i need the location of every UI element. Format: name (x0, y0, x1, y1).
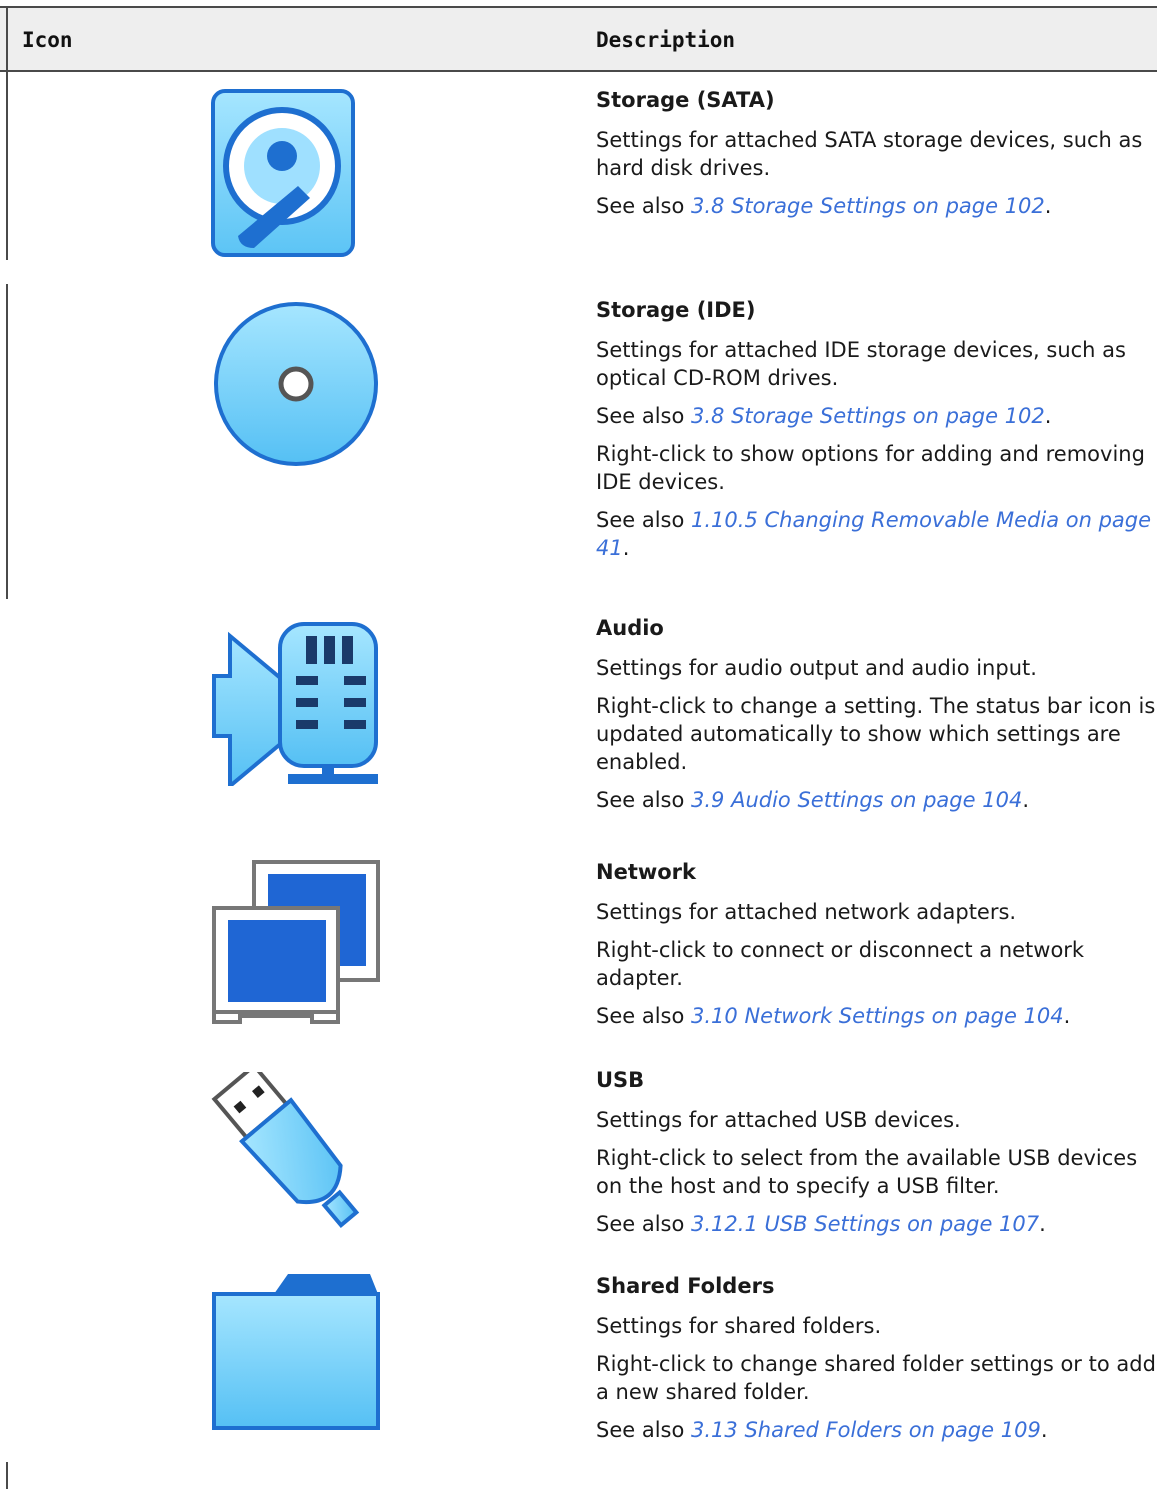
see-also: See also 3.10 Network Settings on page 1… (596, 1004, 1071, 1028)
see-also: See also 3.8 Storage Settings on page 10… (596, 194, 1052, 218)
row-description: Settings for shared folders. (596, 1314, 882, 1338)
usb-icon (208, 1072, 394, 1240)
row-description: Right-click to change a setting. The sta… (596, 694, 1156, 774)
see-also: See also 3.9 Audio Settings on page 104. (596, 788, 1029, 812)
see-also-link[interactable]: 3.8 Storage Settings on page 102 (691, 404, 1045, 428)
storage-sata-icon (210, 88, 396, 260)
see-also: See also 3.13 Shared Folders on page 109… (596, 1418, 1048, 1442)
header-description-column: Description (596, 28, 736, 52)
see-also-link[interactable]: 3.12.1 USB Settings on page 107 (691, 1212, 1039, 1236)
see-also: See also 3.8 Storage Settings on page 10… (596, 404, 1052, 428)
storage-ide-icon (210, 298, 396, 470)
header-icon-column: Icon (22, 28, 73, 52)
row-description: Right-click to change shared folder sett… (596, 1352, 1156, 1404)
row-description: Settings for audio output and audio inpu… (596, 656, 1037, 680)
table-header: Icon Description (0, 6, 1157, 72)
table-border-left (6, 1462, 8, 1489)
row-description: Settings for attached IDE storage device… (596, 338, 1126, 390)
row-title: Storage (IDE) (596, 298, 756, 322)
row-title: USB (596, 1068, 645, 1092)
see-also: See also 3.12.1 USB Settings on page 107… (596, 1212, 1046, 1236)
row-description: Settings for attached network adapters. (596, 900, 1017, 924)
row-description: Settings for attached USB devices. (596, 1108, 961, 1132)
status-bar-icons-table: Icon Description Storage (SATA) Settings… (0, 0, 1157, 1489)
row-description: Right-click to show options for adding a… (596, 442, 1145, 494)
see-also-link[interactable]: 3.9 Audio Settings on page 104 (691, 788, 1022, 812)
network-icon (210, 858, 396, 1024)
row-title: Storage (SATA) (596, 88, 775, 112)
row-description: Right-click to select from the available… (596, 1146, 1138, 1198)
row-title: Audio (596, 616, 664, 640)
audio-icon (210, 616, 396, 786)
row-description: Settings for attached SATA storage devic… (596, 128, 1143, 180)
see-also-link[interactable]: 3.13 Shared Folders on page 109 (691, 1418, 1041, 1442)
see-also-link[interactable]: 3.8 Storage Settings on page 102 (691, 194, 1045, 218)
row-description: Right-click to connect or disconnect a n… (596, 938, 1085, 990)
row-title: Network (596, 860, 697, 884)
table-border-left (6, 284, 8, 599)
see-also-link[interactable]: 3.10 Network Settings on page 104 (691, 1004, 1064, 1028)
row-title: Shared Folders (596, 1274, 775, 1298)
shared-folder-icon (210, 1272, 396, 1432)
table-border-left (6, 72, 8, 260)
see-also: See also 1.10.5 Changing Removable Media… (596, 508, 1152, 560)
